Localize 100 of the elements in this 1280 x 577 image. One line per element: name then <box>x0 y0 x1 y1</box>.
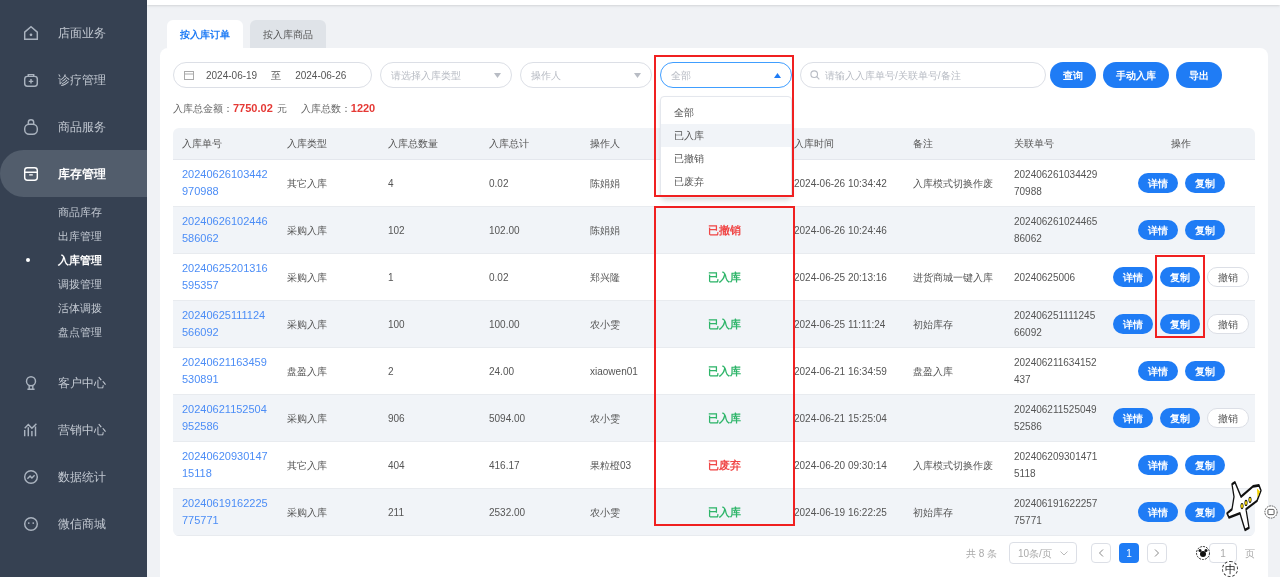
sidebar-item[interactable]: 营销中心 <box>0 406 147 453</box>
dropdown-option[interactable]: 已撤销 <box>661 147 791 170</box>
order-link[interactable]: 2024062093014715118 <box>182 448 269 482</box>
table-cell-text: 农小雯 <box>590 317 620 332</box>
table-cell-text: 农小雯 <box>590 411 620 426</box>
previous-page-button[interactable] <box>1091 543 1111 563</box>
caret-icon <box>774 72 781 78</box>
table-cell-text: 采购入库 <box>287 505 327 520</box>
summary-label: 入库总金额： <box>173 101 233 116</box>
action-button[interactable]: 详情 <box>1113 314 1153 334</box>
submenu-item[interactable]: 活体调拨 <box>0 296 147 320</box>
action-button[interactable]: 复制 <box>1184 361 1225 381</box>
action-button[interactable]: 撤销 <box>1207 408 1249 428</box>
action-button[interactable]: 复制 <box>1184 220 1225 240</box>
translate-icon[interactable] <box>1264 505 1278 519</box>
toolbar-button[interactable]: 查询 <box>1050 62 1096 88</box>
action-button[interactable]: 详情 <box>1113 267 1153 287</box>
action-button[interactable]: 详情 <box>1137 173 1178 193</box>
action-button[interactable]: 详情 <box>1113 408 1153 428</box>
submenu-item[interactable]: 盘点管理 <box>0 320 147 344</box>
table-cell-text: 102 <box>388 223 405 238</box>
summary-unit: 元 <box>276 101 287 116</box>
status-text: 已废弃 <box>708 457 741 473</box>
column-header: 入库单号 <box>182 137 222 151</box>
sidebar-item[interactable]: 商品服务 <box>0 103 147 150</box>
table-cell-text: 0.02 <box>489 270 509 285</box>
table-cell-text: 20240621152504952586 <box>1014 403 1098 434</box>
table-cell-text: 2024-06-20 09:30:14 <box>794 458 887 473</box>
chat-icon <box>22 514 40 533</box>
page-button[interactable]: 1 <box>1119 543 1139 563</box>
table-cell-text: 2024-06-26 10:24:46 <box>794 223 887 238</box>
action-button[interactable]: 详情 <box>1137 361 1178 381</box>
summary-value: 7750.02 <box>233 100 273 116</box>
action-button[interactable]: 撤销 <box>1207 267 1249 287</box>
table-cell-text: 陈娟娟 <box>590 223 620 238</box>
status-text: 已入库 <box>708 504 741 520</box>
column-header: 备注 <box>913 137 933 151</box>
action-button[interactable]: 撤销 <box>1207 314 1249 334</box>
submenu-item[interactable]: 商品库存 <box>0 200 147 224</box>
action-button[interactable]: 详情 <box>1137 502 1178 522</box>
caret-icon <box>634 72 641 78</box>
table-cell-text: 906 <box>388 411 405 426</box>
table-cell-text: 其它入库 <box>287 176 327 191</box>
tab[interactable]: 按入库商品 <box>250 20 326 48</box>
action-button[interactable]: 详情 <box>1137 220 1178 240</box>
sidebar-item[interactable]: 店面业务 <box>0 9 147 56</box>
order-link[interactable]: 20240626103442970988 <box>182 166 269 200</box>
table-cell-text: 404 <box>388 458 405 473</box>
language-badge[interactable]: 中 <box>1222 561 1238 577</box>
table-cell-text: 采购入库 <box>287 411 327 426</box>
table-cell-text: 2024-06-21 15:25:04 <box>794 411 887 426</box>
toolbar-button[interactable]: 手动入库 <box>1103 62 1169 88</box>
table-cell-text: 采购入库 <box>287 317 327 332</box>
action-button[interactable]: 详情 <box>1137 455 1178 475</box>
order-link[interactable]: 20240625201316595357 <box>182 260 269 294</box>
page-size-select[interactable]: 10条/页 <box>1009 542 1077 564</box>
dropdown-option[interactable]: 已废弃 <box>661 170 791 193</box>
next-page-button[interactable] <box>1147 543 1167 563</box>
submenu-item[interactable]: 调拨管理 <box>0 272 147 296</box>
page-suffix: 页 <box>1245 546 1255 561</box>
line-chart-icon <box>22 467 40 486</box>
table-cell-text: 进货商城一键入库 <box>913 270 993 285</box>
table-cell-text: 采购入库 <box>287 223 327 238</box>
table-cell-text: 其它入库 <box>287 458 327 473</box>
house-icon <box>22 23 40 42</box>
status-text: 已入库 <box>708 410 741 426</box>
column-header: 入库时间 <box>794 137 834 151</box>
order-link[interactable]: 20240625111124566092 <box>182 307 269 341</box>
order-link[interactable]: 20240621163459530891 <box>182 354 269 388</box>
dropdown-option[interactable]: 全部 <box>661 101 791 124</box>
action-button[interactable]: 复制 <box>1184 173 1225 193</box>
tab[interactable]: 按入库订单 <box>167 20 243 48</box>
table-cell-text: 4 <box>388 176 394 191</box>
action-button[interactable]: 复制 <box>1160 408 1200 428</box>
toolbar-button[interactable]: 导出 <box>1176 62 1222 88</box>
action-button[interactable]: 复制 <box>1184 502 1225 522</box>
order-link[interactable]: 20240626102446586062 <box>182 213 269 247</box>
dropdown-option[interactable]: 已入库 <box>661 124 791 147</box>
sidebar-item[interactable]: 微信商城 <box>0 500 147 547</box>
table-cell-text: 2024-06-19 16:22:25 <box>794 505 887 520</box>
table-cell-text: 果粒橙03 <box>590 458 632 473</box>
submenu-item[interactable]: 入库管理 <box>0 248 147 272</box>
chevron-right-icon <box>1154 549 1160 557</box>
sidebar-item[interactable]: 数据统计 <box>0 453 147 500</box>
table-cell-text: 初始库存 <box>913 317 953 332</box>
summary-value: 1220 <box>350 100 376 116</box>
table-cell-text: 2 <box>388 364 394 379</box>
sidebar-item[interactable]: 诊疗管理 <box>0 56 147 103</box>
action-button[interactable]: 复制 <box>1160 267 1200 287</box>
table-cell-text: 盘盈入库 <box>287 364 327 379</box>
action-button[interactable]: 复制 <box>1184 455 1225 475</box>
order-link[interactable]: 20240621152504952586 <box>182 401 269 435</box>
table-cell-text: 郑兴隆 <box>590 270 620 285</box>
table-cell-text: 416.17 <box>489 458 520 473</box>
submenu-item[interactable]: 出库管理 <box>0 224 147 248</box>
sidebar-item[interactable]: 库存管理 <box>0 150 147 197</box>
sidebar-item[interactable]: 客户中心 <box>0 359 147 406</box>
action-button[interactable]: 复制 <box>1160 314 1200 334</box>
order-link[interactable]: 20240619162225775771 <box>182 495 269 529</box>
table-cell-text: 2532.00 <box>489 505 526 520</box>
